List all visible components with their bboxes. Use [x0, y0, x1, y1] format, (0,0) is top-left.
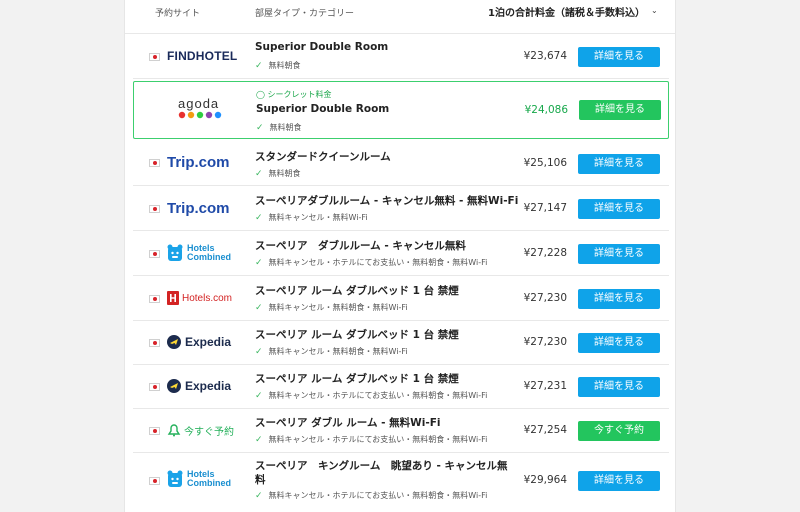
check-icon: ✓: [255, 258, 263, 268]
offer-row: FINDHOTEL Superior Double Room ✓ 無料朝食 ¥23…: [133, 35, 669, 79]
imasugu-bell-icon: [167, 424, 181, 437]
offer-row: Hotels.com スーペリア ルーム ダブルベッド 1 台 禁煙 ✓ 無料キャ…: [133, 277, 669, 321]
japan-flag-icon: [149, 427, 160, 435]
price: ¥27,230: [523, 292, 567, 304]
room-title: Superior Double Room: [255, 41, 389, 53]
price: ¥27,230: [523, 336, 567, 348]
hotelscom-h-icon: [167, 291, 179, 305]
check-icon: ✓: [256, 123, 264, 133]
lock-icon: ◯: [256, 90, 265, 99]
price: ¥25,106: [523, 157, 567, 169]
japan-flag-icon: [149, 383, 160, 391]
hotelscombined-bear-icon: [167, 244, 183, 261]
hotelscombined-bear-icon: [167, 470, 183, 487]
amenity-list: ✓ 無料キャンセル・無料朝食・無料Wi-Fi: [255, 347, 408, 357]
japan-flag-icon: [149, 205, 160, 213]
view-details-button[interactable]: 詳細を見る: [579, 100, 661, 120]
japan-flag-icon: [149, 339, 160, 347]
price: ¥27,231: [523, 380, 567, 392]
price: ¥27,147: [523, 202, 567, 214]
price-comparison-panel: 予約サイト 部屋タイプ・カテゴリー 1泊の合計料金（諸税＆手数料込） ⌄ FIN…: [124, 0, 676, 512]
offer-row: Trip.com スタンダードクイーンルーム ✓ 無料朝食 ¥25,106 詳細を…: [133, 141, 669, 186]
check-icon: ✓: [255, 347, 263, 357]
check-icon: ✓: [255, 435, 263, 445]
chevron-down-icon[interactable]: ⌄: [651, 6, 658, 15]
offer-row: Trip.com スーペリアダブルルーム - キャンセル無料 - 無料Wi-Fi…: [133, 187, 669, 231]
check-icon: ✓: [255, 391, 263, 401]
view-details-button[interactable]: 詳細を見る: [578, 199, 660, 219]
price: ¥24,086: [524, 104, 568, 116]
tripcom-logo: Trip.com: [167, 153, 230, 171]
expedia-plane-icon: [167, 379, 181, 393]
tripcom-logo: Trip.com: [167, 199, 230, 217]
offer-row: Expedia スーペリア ルーム ダブルベッド 1 台 禁煙 ✓ 無料キャンセル…: [133, 365, 669, 409]
amenity-list: ✓ 無料キャンセル・ホテルにてお支払い・無料朝食・無料Wi-Fi: [255, 435, 488, 445]
amenity-list: ✓ 無料朝食: [255, 61, 301, 71]
hotelscombined-logo: Hotels Combined: [167, 241, 239, 265]
view-details-button[interactable]: 詳細を見る: [578, 244, 660, 264]
expedia-plane-icon: [167, 335, 181, 349]
agoda-logo: agoda: [178, 96, 250, 124]
view-details-button[interactable]: 詳細を見る: [578, 154, 660, 174]
room-title: スーペリア キングルーム 眺望あり - キャンセル無: [255, 460, 508, 472]
room-title: スーペリア ルーム ダブルベッド 1 台 禁煙: [255, 373, 459, 385]
header-price-sort[interactable]: 1泊の合計料金（諸税＆手数料込）: [485, 4, 645, 19]
check-icon: ✓: [255, 213, 263, 223]
room-title: Superior Double Room: [256, 103, 390, 115]
room-title: スーペリアダブルルーム - キャンセル無料 - 無料Wi-Fi: [255, 195, 519, 207]
check-icon: ✓: [255, 303, 263, 313]
check-icon: ✓: [255, 491, 263, 501]
hotelscombined-logo: Hotels Combined: [167, 467, 239, 491]
price: ¥23,674: [523, 50, 567, 62]
view-details-button[interactable]: 詳細を見る: [578, 47, 660, 67]
room-title: スーペリア ダブルルーム - キャンセル無料: [255, 240, 466, 252]
header-site-label: 予約サイト: [155, 9, 201, 19]
price: ¥29,964: [523, 474, 567, 486]
imasugu-logo: 今すぐ予約: [167, 420, 239, 440]
header-room-label: 部屋タイプ・カテゴリー: [255, 9, 355, 19]
offer-row: 今すぐ予約 スーペリア ダブル ルーム - 無料Wi-Fi ✓ 無料キャンセル・ホ…: [133, 409, 669, 453]
agoda-dots-icon: [178, 111, 222, 119]
view-details-button[interactable]: 詳細を見る: [578, 289, 660, 309]
check-icon: ✓: [255, 169, 263, 179]
japan-flag-icon: [149, 295, 160, 303]
book-now-button[interactable]: 今すぐ予約: [578, 421, 660, 441]
table-header: 予約サイト 部屋タイプ・カテゴリー 1泊の合計料金（諸税＆手数料込） ⌄: [125, 0, 675, 34]
amenity-list: ✓ 無料キャンセル・無料朝食・無料Wi-Fi: [255, 303, 408, 313]
findhotel-logo: FINDHOTEL: [167, 49, 238, 63]
view-details-button[interactable]: 詳細を見る: [578, 333, 660, 353]
japan-flag-icon: [149, 159, 160, 167]
offer-row: Hotels Combined スーペリア ダブルルーム - キャンセル無料 ✓…: [133, 232, 669, 276]
room-title: スタンダードクイーンルーム: [255, 151, 391, 163]
expedia-logo: Expedia: [167, 332, 239, 352]
japan-flag-icon: [149, 477, 160, 485]
amenity-list: ✓ 無料キャンセル・ホテルにてお支払い・無料朝食・無料Wi-Fi: [255, 491, 488, 501]
price: ¥27,254: [523, 424, 567, 436]
check-icon: ✓: [255, 61, 263, 71]
amenity-list: ✓ 無料キャンセル・ホテルにてお支払い・無料朝食・無料Wi-Fi: [255, 391, 488, 401]
amenity-list: ✓ 無料朝食: [256, 123, 302, 133]
japan-flag-icon: [149, 53, 160, 61]
offer-row: Expedia スーペリア ルーム ダブルベッド 1 台 禁煙 ✓ 無料キャンセル…: [133, 321, 669, 365]
price: ¥27,228: [523, 247, 567, 259]
room-title-continued: 料: [255, 474, 266, 486]
offer-row-secret: agoda ◯ シークレット料金 Superior Double Room ✓ 無…: [133, 81, 669, 139]
room-title: スーペリア ダブル ルーム - 無料Wi-Fi: [255, 417, 441, 429]
expedia-logo: Expedia: [167, 376, 239, 396]
room-title: スーペリア ルーム ダブルベッド 1 台 禁煙: [255, 285, 459, 297]
amenity-list: ✓ 無料キャンセル・無料Wi-Fi: [255, 213, 368, 223]
amenity-list: ✓ 無料キャンセル・ホテルにてお支払い・無料朝食・無料Wi-Fi: [255, 258, 488, 268]
hotelscom-logo: Hotels.com: [167, 288, 239, 308]
secret-rate-badge: ◯ シークレット料金: [256, 90, 332, 99]
view-details-button[interactable]: 詳細を見る: [578, 377, 660, 397]
amenity-list: ✓ 無料朝食: [255, 169, 301, 179]
japan-flag-icon: [149, 250, 160, 258]
offer-row: Hotels Combined スーペリア キングルーム 眺望あり - キャンセ…: [133, 453, 669, 509]
view-details-button[interactable]: 詳細を見る: [578, 471, 660, 491]
room-title: スーペリア ルーム ダブルベッド 1 台 禁煙: [255, 329, 459, 341]
